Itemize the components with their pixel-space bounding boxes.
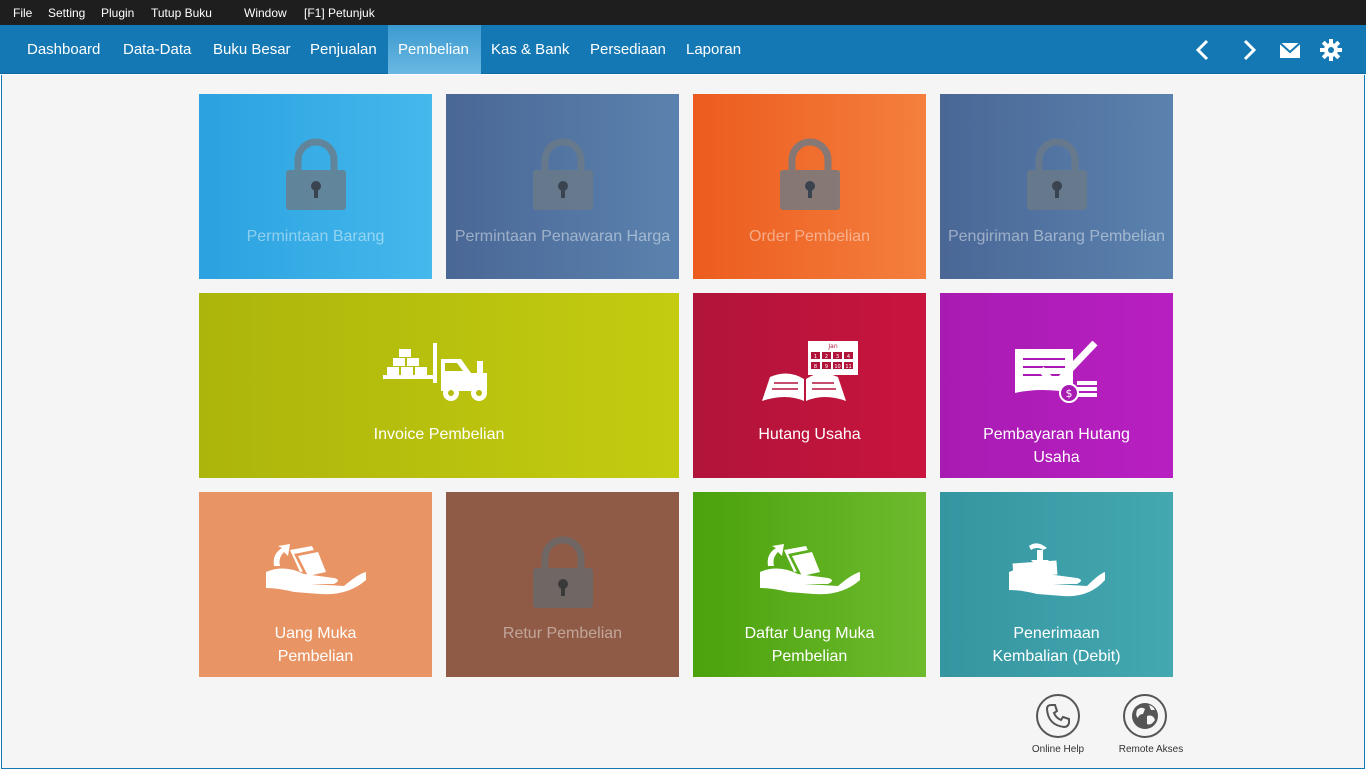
calendar-day: 9 [824, 364, 827, 370]
payment-check-icon: $ [1014, 341, 1098, 403]
calendar-day: 3 [835, 354, 838, 360]
lock-icon [1026, 138, 1087, 210]
settings-gear-icon[interactable] [1318, 37, 1344, 63]
menu-tutup-buku[interactable]: Tutup Buku [151, 6, 212, 20]
menu-petunjuk[interactable]: [F1] Petunjuk [304, 6, 375, 20]
tile-label: Pembayaran Hutang [983, 426, 1130, 443]
nav-data-data[interactable]: Data-Data [113, 25, 201, 74]
lock-icon [532, 536, 593, 608]
calendar-day: 10 [834, 364, 840, 370]
lock-icon [285, 138, 346, 210]
tile-label: Pembelian [771, 648, 848, 665]
menu-file[interactable]: File [13, 6, 32, 20]
tile-label: Kembalian (Debit) [992, 648, 1121, 665]
online-help-label: Online Help [1031, 744, 1085, 755]
calendar-day: 2 [824, 354, 827, 360]
calendar-month: Jan [827, 343, 837, 350]
tile-penerimaan-kembalian-debit[interactable]: Penerimaan Kembalian (Debit) [940, 492, 1173, 677]
tile-pembayaran-hutang-usaha[interactable]: $ Pembayaran Hutang Usaha [940, 293, 1173, 478]
hand-receive-money-icon [1008, 543, 1105, 597]
hand-money-icon [265, 544, 366, 595]
nav-buku-besar[interactable]: Buku Besar [203, 25, 301, 74]
lock-icon [779, 138, 840, 210]
tile-label: Retur Pembelian [502, 625, 623, 642]
tile-label: Uang Muka [274, 625, 357, 642]
tile-label: Usaha [1033, 449, 1080, 466]
tile-label: Hutang Usaha [758, 426, 861, 443]
tile-hutang-usaha[interactable]: Jan 1 2 3 4 8 9 10 11 Hutang Usaha [693, 293, 926, 478]
nav-persediaan[interactable]: Persediaan [580, 25, 676, 74]
forward-arrow-icon[interactable] [1236, 37, 1262, 63]
tile-label: Permintaan Barang [246, 228, 385, 245]
tile-label: Pembelian [277, 648, 354, 665]
mail-icon[interactable] [1277, 37, 1303, 63]
calendar-day: 8 [813, 364, 816, 370]
tile-label: Invoice Pembelian [373, 426, 505, 443]
menu-setting[interactable]: Setting [48, 6, 85, 20]
tile-permintaan-penawaran-harga[interactable]: Permintaan Penawaran Harga [446, 94, 679, 279]
remote-akses-label: Remote Akses [1118, 744, 1184, 755]
tile-label: Pengiriman Barang Pembelian [947, 228, 1165, 245]
nav-laporan[interactable]: Laporan [676, 25, 751, 74]
tile-daftar-uang-muka-pembelian[interactable]: Daftar Uang Muka Pembelian [693, 492, 926, 677]
menu-bar: File Setting Plugin Tutup Buku Window [F… [0, 0, 1366, 25]
main-nav-bar: Dashboard Data-Data Buku Besar Penjualan… [0, 25, 1366, 74]
back-arrow-icon[interactable] [1190, 37, 1216, 63]
tile-label: Daftar Uang Muka [744, 625, 875, 642]
calendar-day: 4 [846, 354, 849, 360]
remote-akses-button[interactable] [1123, 694, 1167, 738]
tile-invoice-pembelian[interactable]: Invoice Pembelian [199, 293, 679, 478]
tile-label: Penerimaan [1013, 625, 1100, 642]
tile-label: Permintaan Penawaran Harga [454, 228, 671, 245]
book-calendar-icon: Jan 1 2 3 4 8 9 10 11 [761, 341, 858, 401]
hand-money-icon [759, 544, 860, 595]
nav-kas-bank[interactable]: Kas & Bank [481, 25, 579, 74]
tile-permintaan-barang[interactable]: Permintaan Barang [199, 94, 432, 279]
nav-pembelian[interactable]: Pembelian [388, 25, 481, 74]
lock-icon [532, 138, 593, 210]
svg-text:$: $ [1065, 387, 1072, 400]
nav-penjualan[interactable]: Penjualan [300, 25, 387, 74]
tile-order-pembelian[interactable]: Order Pembelian [693, 94, 926, 279]
tile-uang-muka-pembelian[interactable]: Uang Muka Pembelian [199, 492, 432, 677]
menu-plugin[interactable]: Plugin [101, 6, 134, 20]
phone-icon [1045, 704, 1070, 729]
calendar-day: 11 [845, 364, 851, 370]
globe-icon [1132, 703, 1158, 729]
content-area: Permintaan Barang Permintaan Penawaran H… [1, 75, 1365, 769]
calendar-day: 1 [813, 354, 816, 360]
online-help-button[interactable] [1036, 694, 1080, 738]
nav-dashboard[interactable]: Dashboard [17, 25, 110, 74]
tile-retur-pembelian[interactable]: Retur Pembelian [446, 492, 679, 677]
forklift-icon [383, 343, 487, 401]
tile-pengiriman-barang-pembelian[interactable]: Pengiriman Barang Pembelian [940, 94, 1173, 279]
tile-label: Order Pembelian [749, 228, 870, 245]
menu-window[interactable]: Window [244, 6, 287, 20]
